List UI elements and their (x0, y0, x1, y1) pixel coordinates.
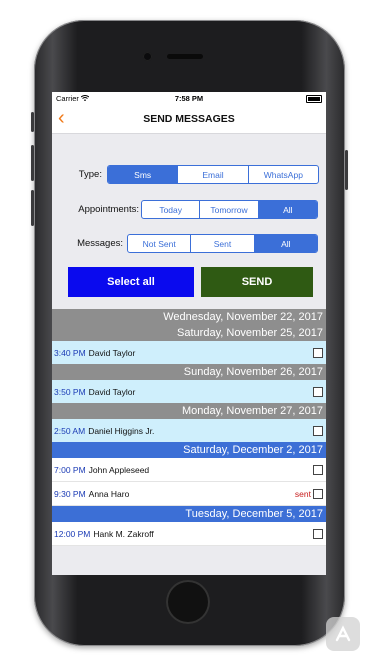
appointment-time: 3:50 PM (54, 386, 86, 397)
date-header: Tuesday, December 5, 2017 (52, 506, 326, 522)
battery-icon (306, 95, 322, 103)
appointment-row[interactable]: 3:40 PM David Taylor (52, 341, 326, 364)
messages-label: Messages: (77, 238, 123, 249)
appointments-filter-row: Appointments: Today Tomorrow All (52, 200, 326, 219)
appointment-time: 7:00 PM (54, 464, 86, 475)
type-label: Type: (78, 169, 102, 180)
date-header: Monday, November 27, 2017 (52, 403, 326, 419)
appointment-name: Hank M. Zakroff (93, 528, 154, 539)
appointments-option-all[interactable]: All (257, 201, 317, 218)
app-screen: Carrier 7:58 PM ‹ SEND MESSAGES Type: Sm… (52, 92, 326, 575)
messages-option-all[interactable]: All (253, 235, 317, 252)
front-camera (143, 52, 152, 61)
appointment-row[interactable]: 3:50 PM David Taylor (52, 380, 326, 403)
app-store-watermark-icon (326, 617, 360, 651)
date-header: Sunday, November 26, 2017 (52, 364, 326, 380)
power-button (345, 150, 348, 190)
type-segmented-control: Sms Email WhatsApp (107, 165, 319, 184)
page-title: SEND MESSAGES (143, 113, 235, 125)
appointment-row[interactable]: 2:50 AM Daniel Higgins Jr. (52, 419, 326, 442)
status-time: 7:58 PM (174, 94, 204, 103)
select-checkbox[interactable] (313, 386, 323, 397)
messages-segmented-control: Not Sent Sent All (127, 234, 318, 253)
type-filter-row: Type: Sms Email WhatsApp (52, 165, 326, 184)
type-option-email[interactable]: Email (177, 166, 247, 183)
appointment-time: 9:30 PM (54, 488, 86, 499)
filter-panel: Type: Sms Email WhatsApp Appointments: T… (52, 134, 326, 306)
appointment-time: 12:00 PM (54, 528, 91, 539)
mute-switch (31, 112, 34, 132)
home-button[interactable] (166, 580, 210, 624)
appointments-label: Appointments: (78, 204, 139, 215)
type-option-whatsapp[interactable]: WhatsApp (247, 166, 318, 183)
volume-down-button (31, 190, 34, 226)
navigation-bar: ‹ SEND MESSAGES (52, 105, 326, 134)
sent-status-label: sent (294, 488, 311, 499)
date-header: Saturday, November 25, 2017 (52, 325, 326, 341)
select-checkbox[interactable] (313, 528, 323, 539)
type-option-sms[interactable]: Sms (108, 166, 178, 183)
select-checkbox[interactable] (313, 488, 323, 499)
messages-filter-row: Messages: Not Sent Sent All (52, 234, 326, 253)
select-checkbox[interactable] (313, 464, 323, 475)
appointment-name: David Taylor (88, 386, 136, 397)
appointment-time: 2:50 AM (54, 425, 86, 436)
select-checkbox[interactable] (313, 425, 323, 436)
appointment-name: Daniel Higgins Jr. (88, 425, 155, 436)
status-bar: Carrier 7:58 PM (52, 92, 326, 105)
appointments-option-today[interactable]: Today (142, 201, 199, 218)
messages-option-sent[interactable]: Sent (190, 235, 253, 252)
appointment-list: Wednesday, November 22, 2017 Saturday, No… (52, 309, 326, 575)
volume-up-button (31, 145, 34, 181)
select-all-button[interactable]: Select all (68, 267, 194, 297)
date-header: Saturday, December 2, 2017 (52, 442, 326, 458)
appointment-row[interactable]: 9:30 PM Anna Haro sent (52, 482, 326, 506)
earpiece-speaker (167, 54, 203, 59)
appointment-row[interactable]: 7:00 PM John Appleseed (52, 458, 326, 482)
appointments-option-tomorrow[interactable]: Tomorrow (199, 201, 257, 218)
messages-option-not-sent[interactable]: Not Sent (128, 235, 190, 252)
appointment-name: Anna Haro (88, 488, 130, 499)
select-checkbox[interactable] (313, 347, 323, 358)
appointment-name: John Appleseed (88, 464, 150, 475)
date-header: Wednesday, November 22, 2017 (52, 309, 326, 325)
appointment-time: 3:40 PM (54, 347, 86, 358)
send-button[interactable]: SEND (201, 267, 313, 297)
appointments-segmented-control: Today Tomorrow All (141, 200, 318, 219)
appointment-name: David Taylor (88, 347, 136, 358)
appointment-row[interactable]: 12:00 PM Hank M. Zakroff (52, 522, 326, 546)
